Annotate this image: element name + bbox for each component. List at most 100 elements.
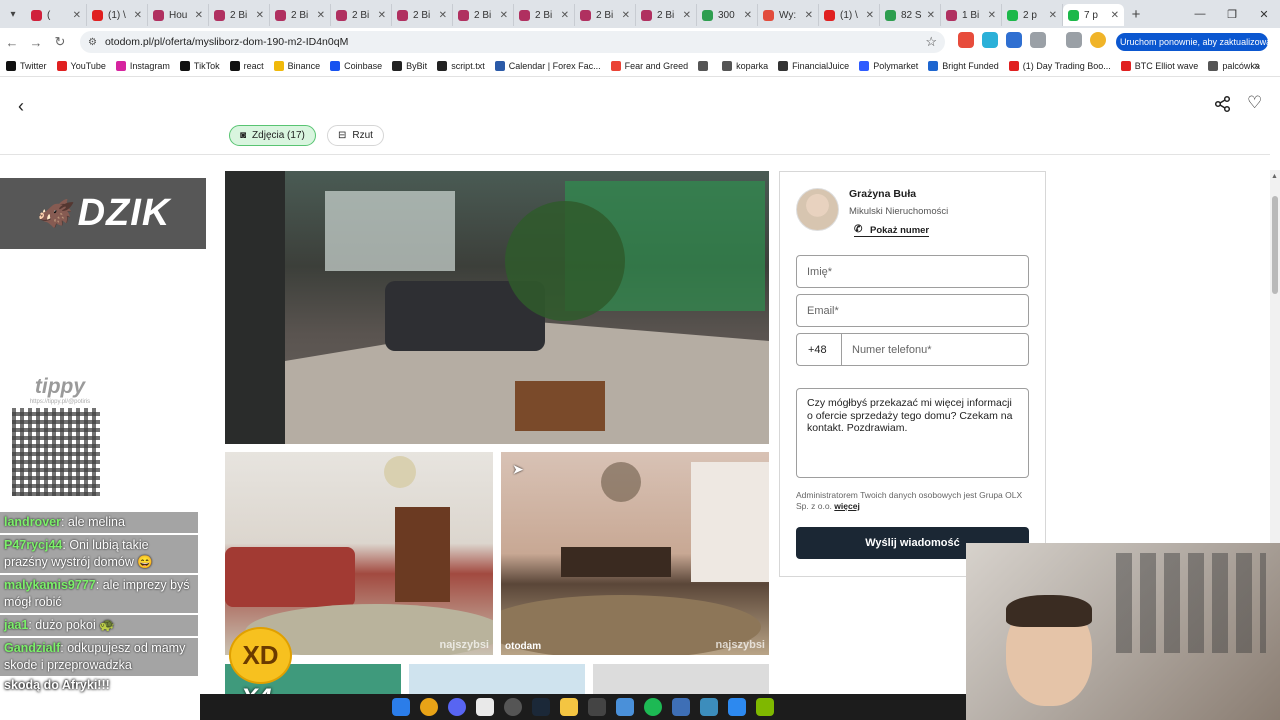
tab-close-icon[interactable]: ✕ (988, 10, 996, 21)
tab-close-icon[interactable]: ✕ (561, 10, 569, 21)
notepad-icon[interactable] (476, 698, 494, 716)
scroll-up-icon[interactable]: ▲ (1271, 173, 1278, 180)
bookmark-item[interactable] (698, 61, 712, 71)
floorplan-tab[interactable]: ⊟ Rzut (327, 125, 384, 146)
extension-icon[interactable] (982, 32, 998, 48)
phone-prefix-select[interactable]: +48 (796, 333, 842, 366)
name-field[interactable]: Imię* (796, 255, 1029, 288)
site-info-icon[interactable]: ⚙ (88, 37, 97, 48)
tab-close-icon[interactable]: ✕ (1049, 10, 1057, 21)
phone-field[interactable]: Numer telefonu* (841, 333, 1029, 366)
bookmark-item[interactable]: react (229, 61, 264, 71)
browser-tab[interactable]: Hou ✕ (148, 4, 209, 26)
bookmark-item[interactable]: Fear and Greed (610, 61, 688, 71)
forward-nav-icon[interactable]: → (24, 35, 48, 50)
main-listing-photo[interactable] (225, 171, 769, 444)
tab-close-icon[interactable]: ✕ (256, 10, 264, 21)
message-textarea[interactable]: Czy mógłbyś przekazać mi więcej informac… (796, 388, 1029, 478)
bookmarks-overflow-icon[interactable]: » (1254, 60, 1260, 72)
file-explorer-icon[interactable] (560, 698, 578, 716)
browser-tab[interactable]: 2 Bi ✕ (270, 4, 331, 26)
tab-close-icon[interactable]: ✕ (683, 10, 691, 21)
browser-tab[interactable]: 2 Bi ✕ (575, 4, 636, 26)
tab-close-icon[interactable]: ✕ (439, 10, 447, 21)
new-tab-button[interactable]: + (1124, 6, 1148, 23)
app-icon[interactable] (672, 698, 690, 716)
cursor-app-icon[interactable] (588, 698, 606, 716)
tab-close-icon[interactable]: ✕ (744, 10, 752, 21)
browser-tab[interactable]: (1) \ ✕ (819, 4, 880, 26)
bookmark-item[interactable]: Polymarket (859, 61, 918, 71)
bookmark-item[interactable]: TikTok (179, 61, 220, 71)
tab-close-icon[interactable]: ✕ (927, 10, 935, 21)
browser-tab[interactable]: 1 Bi ✕ (941, 4, 1002, 26)
browser-tab[interactable]: 7 p ✕ (1063, 4, 1124, 26)
tab-close-icon[interactable]: ✕ (805, 10, 813, 21)
chrome-icon[interactable] (420, 698, 438, 716)
bookmark-item[interactable]: Coinbase (330, 61, 382, 71)
start-windows-icon[interactable] (392, 698, 410, 716)
show-number-link[interactable]: ✆ Pokaż numer (854, 224, 930, 237)
browser-tab[interactable]: 2 Bi ✕ (331, 4, 392, 26)
vscode-icon[interactable] (616, 698, 634, 716)
browser-tab[interactable]: 2 Bi ✕ (514, 4, 575, 26)
obs-icon[interactable] (504, 698, 522, 716)
reading-list-icon[interactable] (1066, 32, 1082, 48)
tab-close-icon[interactable]: ✕ (378, 10, 386, 21)
discord-icon[interactable] (448, 698, 466, 716)
bookmark-item[interactable]: koparka (722, 61, 768, 71)
tab-close-icon[interactable]: ✕ (866, 10, 874, 21)
browser-tab[interactable]: 2 p ✕ (1002, 4, 1063, 26)
url-omnibox[interactable]: ⚙ otodom.pl/pl/oferta/mysliborz-dom-190-… (80, 31, 945, 53)
tab-close-icon[interactable]: ✕ (73, 10, 81, 21)
profile-avatar-icon[interactable] (1090, 32, 1106, 48)
steam-icon[interactable] (532, 698, 550, 716)
url-text[interactable]: otodom.pl/pl/oferta/mysliborz-dom-190-m2… (105, 36, 348, 48)
bookmark-star-icon[interactable]: ☆ (925, 34, 937, 50)
tab-close-icon[interactable]: ✕ (1111, 10, 1119, 21)
browser-tab[interactable]: 300 ✕ (697, 4, 758, 26)
bookmark-item[interactable]: ByBit (392, 61, 427, 71)
minimize-icon[interactable]: — (1184, 0, 1216, 28)
scrollbar-thumb[interactable] (1272, 196, 1278, 294)
page-back-arrow-icon[interactable]: ‹ (18, 96, 24, 117)
browser-tab[interactable]: Wy: ✕ (758, 4, 819, 26)
tab-search-icon[interactable]: ▾ (0, 0, 26, 28)
share-icon[interactable] (1214, 95, 1232, 113)
app-icon[interactable] (728, 698, 746, 716)
bookmark-item[interactable]: Instagram (115, 61, 170, 71)
bookmark-item[interactable]: YouTube (56, 61, 106, 71)
tab-close-icon[interactable]: ✕ (622, 10, 630, 21)
bookmark-item[interactable]: Bright Funded (928, 61, 999, 71)
restore-icon[interactable]: ❐ (1216, 0, 1248, 28)
browser-tab[interactable]: 82 S ✕ (880, 4, 941, 26)
extension-icon[interactable] (958, 32, 974, 48)
tab-close-icon[interactable]: ✕ (195, 10, 203, 21)
back-nav-icon[interactable]: ← (0, 35, 24, 50)
close-window-icon[interactable]: ✕ (1248, 0, 1280, 28)
bookmark-item[interactable]: Binance (273, 61, 320, 71)
browser-tab[interactable]: (1) \ ✕ (87, 4, 148, 26)
favorite-heart-icon[interactable]: ♡ (1247, 93, 1262, 113)
browser-tab[interactable]: 2 Bi ✕ (453, 4, 514, 26)
bookmark-item[interactable]: palcówka (1208, 61, 1260, 71)
consent-more-link[interactable]: więcej (834, 501, 860, 511)
bookmark-item[interactable]: FinancialJuice (778, 61, 849, 71)
bookmark-item[interactable]: Calendar | Forex Fac... (494, 61, 601, 71)
extensions-puzzle-icon[interactable] (1030, 32, 1046, 48)
extension-icon[interactable] (1006, 32, 1022, 48)
browser-tab[interactable]: (✕ (26, 4, 87, 26)
listing-photo[interactable]: najszybsi (225, 452, 493, 655)
photos-tab[interactable]: ◙ Zdjęcia (17) (229, 125, 316, 146)
app-icon[interactable] (700, 698, 718, 716)
tab-close-icon[interactable]: ✕ (134, 10, 142, 21)
bookmark-item[interactable]: (1) Day Trading Boo... (1008, 61, 1111, 71)
bookmark-item[interactable]: BTC Elliot wave (1120, 61, 1198, 71)
browser-tab[interactable]: 2 Bi ✕ (209, 4, 270, 26)
browser-tab[interactable]: 2 Bi ✕ (392, 4, 453, 26)
listing-photo[interactable]: otodam najszybsi (501, 452, 769, 655)
tab-close-icon[interactable]: ✕ (317, 10, 325, 21)
tab-close-icon[interactable]: ✕ (500, 10, 508, 21)
restart-update-button[interactable]: Uruchom ponownie, aby zaktualizować ⋮ (1116, 33, 1276, 51)
reload-icon[interactable]: ↻ (48, 34, 72, 50)
